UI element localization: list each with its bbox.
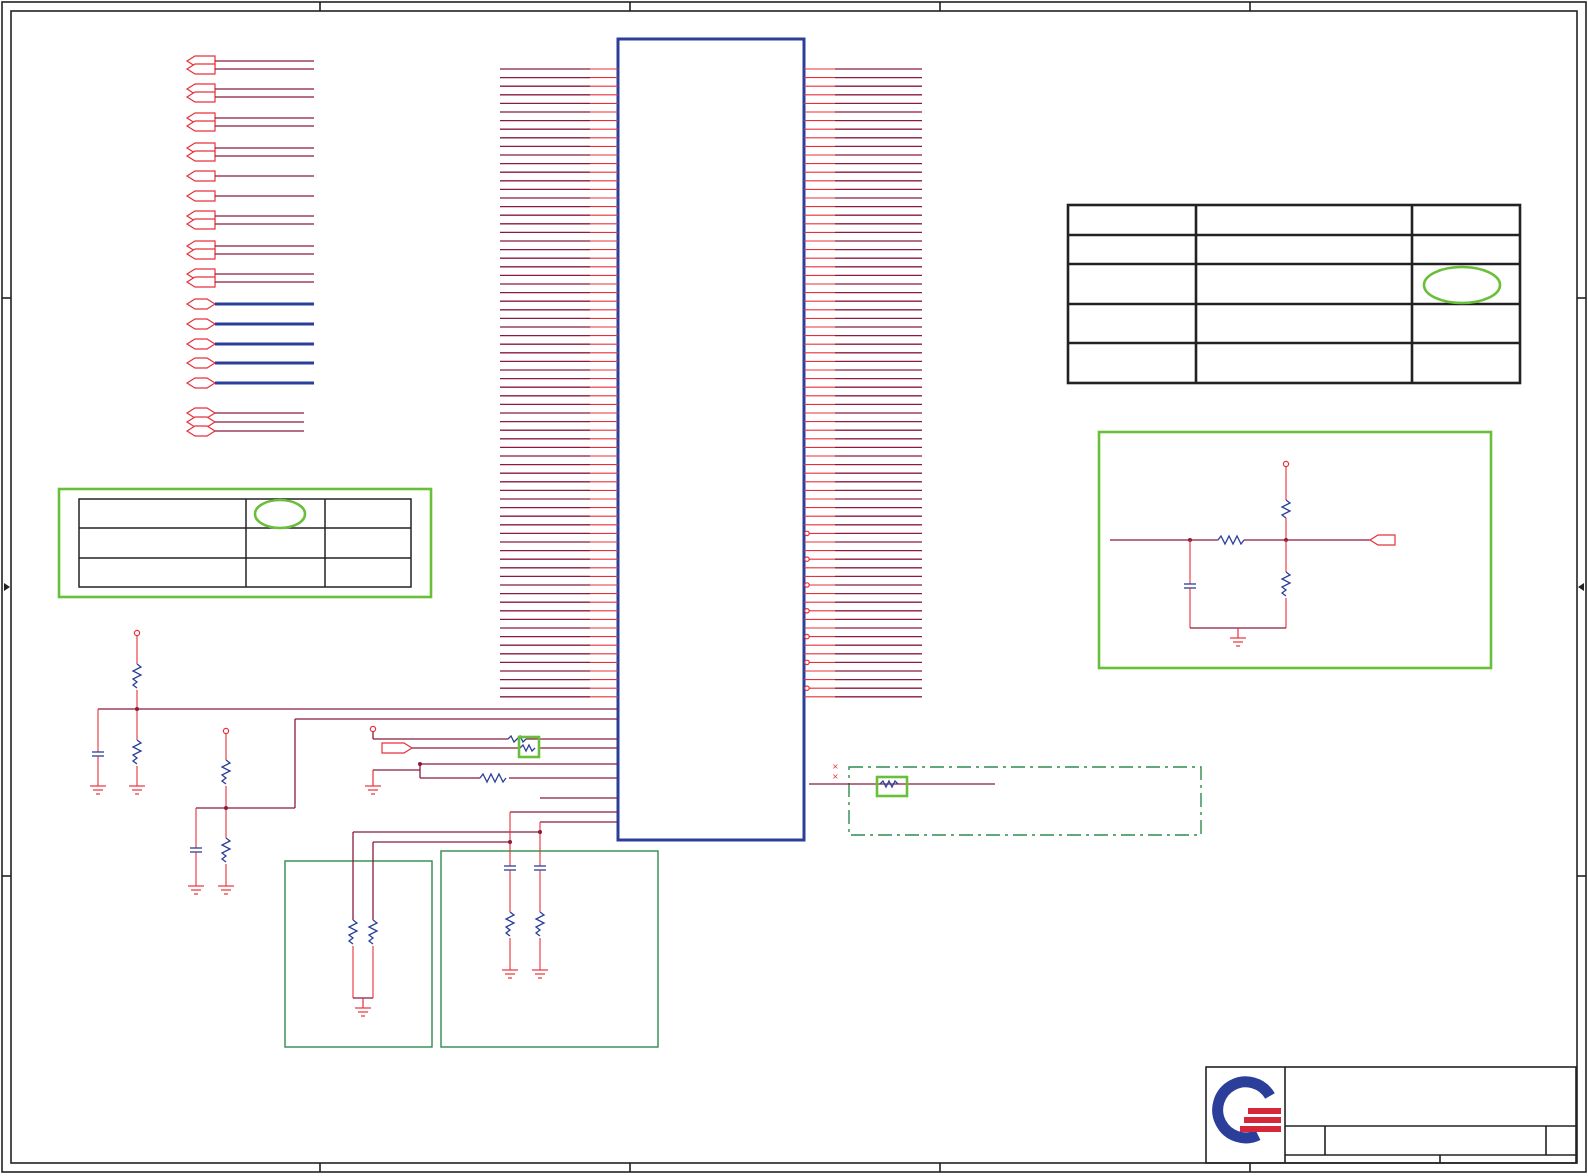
ic-pin-right [804, 556, 922, 563]
port-icon [185, 170, 314, 182]
resistor-icon [534, 911, 546, 937]
resistor-icon [1280, 499, 1292, 519]
resistor-icon [220, 759, 232, 785]
ic-pin-right [804, 582, 922, 588]
port-icon [185, 338, 314, 350]
ic-pin-right [804, 530, 922, 537]
resistor-icon [347, 919, 359, 945]
svg-text:×: × [832, 762, 839, 771]
ground-icon [532, 969, 548, 979]
title-block [1205, 1066, 1577, 1164]
port-icon [185, 120, 314, 132]
ground-icon [1230, 628, 1246, 647]
port-icon [185, 357, 314, 369]
port-icon [381, 742, 414, 754]
ground-icon [129, 785, 145, 795]
ground-icon [365, 770, 381, 795]
capacitor-icon [504, 865, 516, 871]
port-icon [185, 150, 314, 162]
main-ic-body [616, 37, 806, 842]
config-table-left [57, 487, 433, 599]
resistor-icon [220, 837, 232, 863]
resistor-icon [1280, 571, 1292, 597]
off-page-connectors [185, 55, 314, 437]
ic-pin-right [804, 685, 922, 692]
capacitor-icon [534, 865, 546, 871]
termination-box-left [284, 831, 540, 1048]
port-icon [185, 91, 314, 103]
schematic-canvas: × × [1, 1, 1587, 1173]
ic-right-pins [804, 68, 922, 698]
resistor-icon [131, 663, 143, 689]
divider-circuit [1097, 430, 1493, 670]
resistor-icon [479, 772, 507, 784]
resistor-icon [519, 743, 536, 753]
port-icon [185, 377, 314, 389]
capacitor-icon [190, 847, 202, 853]
port-icon [185, 190, 314, 202]
port-icon [1368, 534, 1396, 546]
resistor-icon [367, 919, 379, 945]
resistor-icon [131, 739, 143, 765]
port-icon [185, 298, 314, 310]
highlight-ellipse [1422, 265, 1502, 305]
ic-pin-right [804, 607, 922, 614]
capacitor-icon [1184, 583, 1196, 589]
ground-icon [90, 785, 106, 795]
company-logo-icon [1212, 1076, 1281, 1144]
port-icon [185, 218, 314, 230]
port-icon [185, 276, 314, 288]
resistor-icon [1217, 534, 1245, 546]
ground-icon [355, 998, 371, 1017]
port-icon [185, 318, 314, 330]
optional-region: × × [809, 762, 1202, 836]
port-icon [185, 248, 314, 260]
ic-pin-right [804, 659, 922, 666]
termination-box-right [440, 811, 659, 1048]
port-icon [185, 63, 314, 75]
ic-pin-right [804, 633, 922, 640]
ground-icon [502, 969, 518, 979]
ground-icon [218, 885, 234, 895]
svg-text:×: × [832, 772, 839, 781]
bias-network [90, 629, 618, 895]
highlight-ellipse [253, 498, 307, 530]
capacitor-icon [92, 751, 104, 757]
port-icon [185, 425, 304, 437]
config-table-right [1066, 203, 1522, 385]
ic-left-pins [500, 68, 618, 698]
resistor-icon [504, 911, 516, 937]
ground-icon [188, 885, 204, 895]
